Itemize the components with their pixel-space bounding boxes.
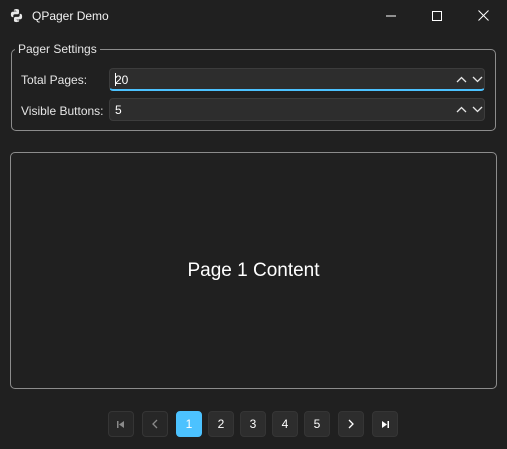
close-icon xyxy=(477,10,489,21)
visible-buttons-spinbox[interactable]: 5 xyxy=(109,98,485,121)
page-button-3[interactable]: 3 xyxy=(240,411,266,437)
previous-page-button[interactable] xyxy=(142,411,168,437)
chevron-up-icon xyxy=(456,106,466,113)
chevron-down-icon xyxy=(472,76,482,83)
chevron-up-icon xyxy=(456,76,466,83)
total-pages-increment-button[interactable] xyxy=(453,69,469,90)
last-page-icon xyxy=(382,420,389,428)
page-button-4[interactable]: 4 xyxy=(272,411,298,437)
page-button-1[interactable]: 1 xyxy=(176,411,202,437)
visible-buttons-decrement-button[interactable] xyxy=(469,99,485,120)
chevron-right-icon xyxy=(348,419,354,429)
chevron-down-icon xyxy=(472,106,482,113)
page-button-5[interactable]: 5 xyxy=(304,411,330,437)
close-button[interactable] xyxy=(460,0,506,31)
window-title: QPager Demo xyxy=(32,9,109,23)
first-page-icon xyxy=(117,420,124,428)
visible-buttons-increment-button[interactable] xyxy=(453,99,469,120)
python-logo-icon xyxy=(10,8,23,23)
maximize-button[interactable] xyxy=(414,0,460,31)
page-button-2[interactable]: 2 xyxy=(208,411,234,437)
title-bar[interactable]: QPager Demo xyxy=(0,0,507,32)
chevron-left-icon xyxy=(152,419,158,429)
total-pages-value[interactable]: 20 xyxy=(115,73,128,87)
maximize-icon xyxy=(432,10,442,21)
total-pages-decrement-button[interactable] xyxy=(469,69,485,90)
last-page-button[interactable] xyxy=(372,411,398,437)
first-page-button[interactable] xyxy=(108,411,134,437)
text-caret xyxy=(115,73,116,86)
pager-settings-title: Pager Settings xyxy=(15,41,100,57)
total-pages-spinbox[interactable]: 20 xyxy=(109,68,485,91)
page-content-text: Page 1 Content xyxy=(187,260,320,281)
visible-buttons-value[interactable]: 5 xyxy=(115,103,122,117)
minimize-button[interactable] xyxy=(368,0,414,31)
main-window: QPager Demo Pager Settings Total Pages: … xyxy=(0,0,507,449)
total-pages-label: Total Pages: xyxy=(21,73,88,87)
minimize-icon xyxy=(386,15,396,16)
visible-buttons-label: Visible Buttons: xyxy=(21,104,104,118)
content-panel: Page 1 Content xyxy=(10,152,497,389)
next-page-button[interactable] xyxy=(338,411,364,437)
